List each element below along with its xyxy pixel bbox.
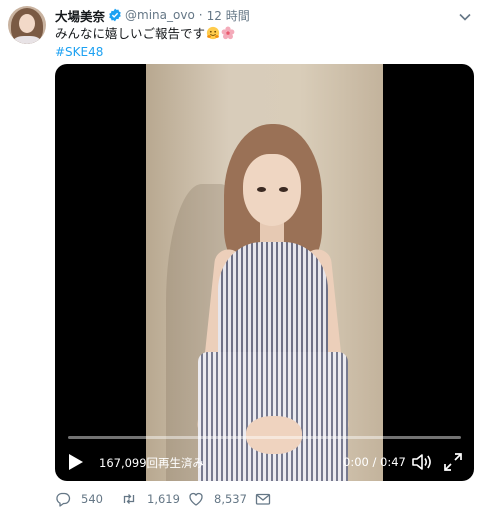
- video-frame: [146, 64, 383, 481]
- verified-badge-icon: [108, 8, 122, 22]
- tweet-timestamp[interactable]: 12 時間: [207, 7, 250, 24]
- reply-button[interactable]: 540: [55, 490, 103, 508]
- tweet-body: みんなに嬉しいご報告です: [55, 26, 206, 41]
- video-progress-bar[interactable]: [68, 436, 461, 439]
- tweet-actions: 540 1,619 8,537: [55, 490, 475, 508]
- retweet-count: 1,619: [147, 492, 180, 506]
- direct-message-button[interactable]: [255, 490, 271, 508]
- video-controls: 167,099回再生済み 0:00 / 0:47: [55, 447, 474, 481]
- play-icon[interactable]: [68, 453, 84, 471]
- person-dress-top: [218, 242, 328, 362]
- avatar-shirt: [13, 36, 41, 44]
- video-timecode: 0:00 / 0:47: [343, 455, 406, 469]
- tweet-header: 大場美奈 @mina_ovo · 12 時間: [55, 6, 250, 24]
- chevron-down-icon[interactable]: [458, 8, 472, 21]
- person-eye-right: [279, 187, 288, 192]
- retweet-icon: [123, 494, 135, 504]
- person-face: [243, 154, 301, 226]
- cherry-blossom-icon: [221, 26, 235, 40]
- like-button[interactable]: 8,537: [188, 490, 247, 508]
- hashtag-link[interactable]: #SKE48: [55, 44, 103, 60]
- tweet-text: みんなに嬉しいご報告です: [55, 25, 235, 43]
- envelope-icon: [255, 493, 271, 505]
- like-count: 8,537: [214, 492, 247, 506]
- avatar-face: [19, 14, 35, 33]
- fullscreen-icon[interactable]: [443, 452, 463, 472]
- video-player[interactable]: 167,099回再生済み 0:00 / 0:47: [55, 64, 474, 481]
- header-separator: ·: [198, 8, 203, 22]
- tweet-card: 大場美奈 @mina_ovo · 12 時間 みんなに嬉しいご報告です #SKE…: [0, 0, 480, 512]
- volume-icon[interactable]: [411, 452, 433, 472]
- avatar[interactable]: [8, 6, 46, 44]
- hugging-face-icon: [206, 26, 220, 40]
- retweet-button[interactable]: 1,619: [121, 490, 180, 508]
- reply-count: 540: [81, 492, 103, 506]
- heart-icon: [189, 492, 203, 506]
- view-count: 167,099回再生済み: [99, 456, 205, 470]
- author-name[interactable]: 大場美奈: [55, 6, 105, 25]
- person-eye-left: [257, 187, 266, 192]
- reply-icon: [56, 492, 71, 507]
- author-handle[interactable]: @mina_ovo: [125, 8, 195, 22]
